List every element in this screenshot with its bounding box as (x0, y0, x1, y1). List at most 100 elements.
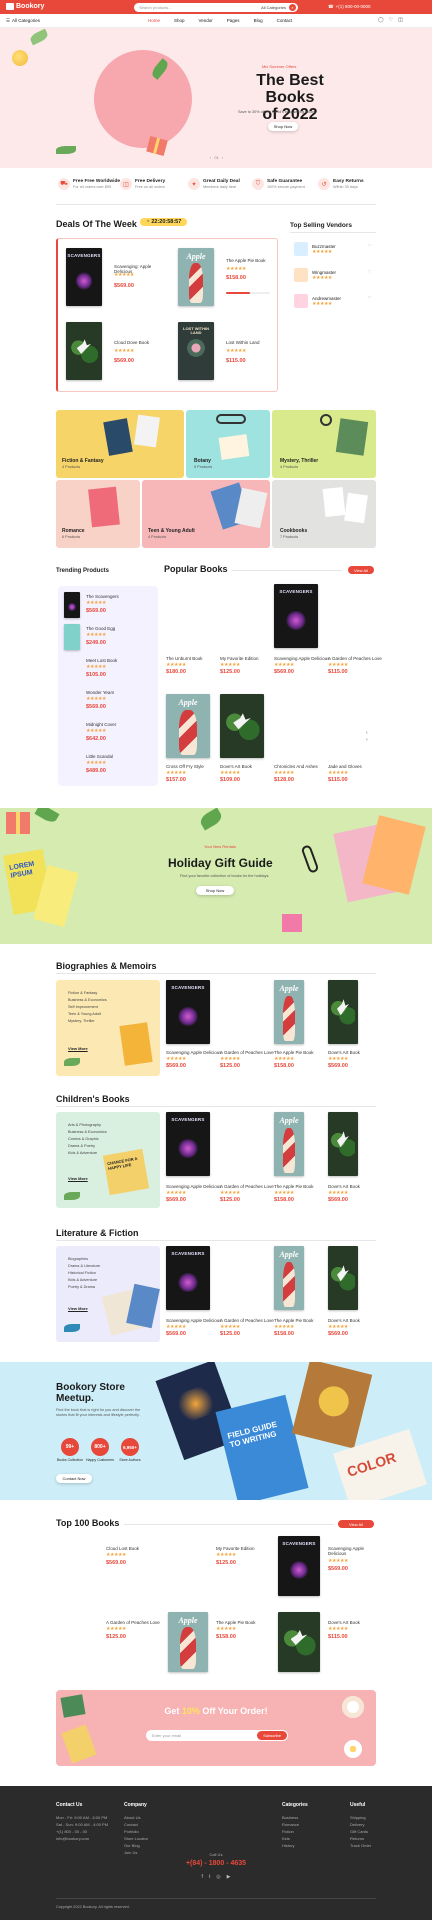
arrow-up-icon[interactable]: ‹ (366, 730, 368, 737)
book-cover[interactable] (328, 980, 358, 1044)
top100-view-all-button[interactable]: View All (338, 1520, 374, 1528)
product-title[interactable]: Jade and Gloves (328, 764, 362, 769)
children-view-more-link[interactable]: View More (68, 1176, 88, 1181)
literature-link[interactable]: Kids & Adventure (68, 1277, 100, 1284)
children-link[interactable]: Business & Economics (68, 1129, 107, 1136)
book-cover[interactable] (66, 322, 102, 380)
search-button[interactable]: ⌕ (289, 4, 296, 11)
product-title[interactable]: Cloud Dove Book (114, 340, 166, 345)
cart-icon[interactable]: ◫ (398, 17, 403, 23)
literature-link[interactable]: Drama & Literature (68, 1263, 100, 1270)
children-link[interactable]: Comics & Graphic (68, 1136, 107, 1143)
hero-shop-button[interactable]: Shop Now (268, 122, 298, 131)
search-input[interactable]: Search products... (139, 5, 171, 10)
product-title[interactable]: The Good Egg (86, 626, 115, 631)
product-title[interactable]: Cross Off Fry Style (166, 764, 204, 769)
product-title[interactable]: The Unburnt Book (166, 656, 203, 661)
product-title[interactable]: Cloud Lost Book (106, 1546, 139, 1551)
bio-link[interactable]: Mystery, Thriller (68, 1018, 107, 1025)
twitter-icon[interactable]: t (209, 1874, 210, 1880)
book-cover[interactable]: SCAVENGERS (166, 980, 210, 1044)
category-tile[interactable]: Fiction & Fantasy 4 Products (56, 410, 184, 478)
product-title[interactable]: Wonder Years (86, 690, 114, 695)
vendor-item[interactable]: Buzzmaster ★★★★★ (294, 242, 336, 256)
slider-arrows[interactable]: ‹ › (366, 730, 368, 744)
book-cover[interactable]: Apple (178, 248, 214, 306)
email-input[interactable]: Enter your email (152, 1733, 181, 1738)
product-title[interactable]: Scavenging Apple Delicious (166, 1184, 222, 1189)
heart-icon[interactable]: ♡ (389, 17, 393, 23)
category-tile[interactable]: Teen & Young Adult 4 Products (142, 480, 270, 548)
book-cover[interactable] (328, 1112, 358, 1176)
book-cover[interactable]: SCAVENGERS (166, 1246, 210, 1310)
literature-link[interactable]: Biographies (68, 1256, 100, 1263)
children-link[interactable]: Drama & Poetry (68, 1143, 107, 1150)
nav-pages[interactable]: Pages (227, 18, 240, 23)
product-title[interactable]: Scavenging Apple Delicious (166, 1318, 222, 1323)
popular-view-all-button[interactable]: View All (348, 566, 374, 574)
nav-home[interactable]: Home (148, 18, 160, 23)
product-title[interactable]: Little Scandal (86, 754, 113, 759)
hero-pager[interactable]: ‹ 01 › (210, 155, 223, 160)
book-cover[interactable]: Apple (166, 694, 210, 758)
product-title[interactable]: Dove's Art Book (328, 1620, 360, 1625)
literature-view-more-link[interactable]: View More (68, 1306, 88, 1311)
instagram-icon[interactable]: ◎ (216, 1874, 220, 1880)
book-cover-placeholder[interactable] (166, 586, 167, 587)
product-title[interactable]: The Apple Pie Book (226, 258, 276, 263)
product-title[interactable]: The Apple Pie Book (216, 1620, 256, 1625)
product-title[interactable]: Chronicles And Ashes (274, 764, 318, 769)
vendor-heart-icon[interactable]: ♡ (368, 269, 372, 274)
product-title[interactable]: A Garden of Peaches Love (106, 1620, 160, 1625)
book-cover[interactable] (278, 1612, 320, 1672)
book-cover[interactable] (328, 1246, 358, 1310)
product-title[interactable]: My Favorite Edition (220, 656, 259, 661)
book-cover[interactable]: Apple (274, 1246, 304, 1310)
user-icon[interactable]: ◯ (378, 17, 384, 23)
product-title[interactable]: The Scavengers (86, 594, 119, 599)
book-cover[interactable]: Apple (274, 1112, 304, 1176)
product-title[interactable]: Lost Within Land (226, 340, 276, 345)
arrow-down-icon[interactable]: › (366, 737, 368, 744)
book-cover[interactable]: SCAVENGERS (66, 248, 102, 306)
footer-phone[interactable]: +(84) - 1800 - 4635 (0, 1860, 432, 1867)
product-title[interactable]: Meet Lost Book (86, 658, 117, 663)
book-cover[interactable] (220, 694, 264, 758)
book-cover[interactable]: SCAVENGERS (274, 584, 318, 648)
literature-link[interactable]: Historical Fiction (68, 1270, 100, 1277)
nav-shop[interactable]: Shop (174, 18, 185, 23)
facebook-icon[interactable]: f (201, 1874, 202, 1880)
bio-link[interactable]: Self Improvement (68, 1004, 107, 1011)
bio-link[interactable]: Business & Economics (68, 997, 107, 1004)
nav-blog[interactable]: Blog (254, 18, 263, 23)
product-title[interactable]: Scavenging Apple Delicious (274, 656, 330, 661)
book-cover[interactable]: SCAVENGERS (166, 1112, 210, 1176)
children-link[interactable]: Arts & Photography (68, 1122, 107, 1129)
book-cover[interactable]: LOST WITHIN LAND (178, 322, 214, 380)
product-title[interactable]: The Apple Pie Book (274, 1318, 314, 1323)
nav-vendor[interactable]: Vendor (199, 18, 213, 23)
category-select[interactable]: All Categories (261, 5, 286, 10)
literature-link[interactable]: Poetry & Drama (68, 1284, 100, 1291)
vendor-item[interactable]: Andrewmaster ★★★★★ (294, 294, 341, 308)
book-thumb[interactable] (64, 624, 80, 650)
product-title[interactable]: Dove's Art Book (328, 1318, 360, 1323)
holiday-shop-button[interactable]: Shop Now (196, 886, 234, 895)
product-title[interactable]: Midnight Cover (86, 722, 116, 727)
meetup-contact-button[interactable]: Contact Now (56, 1474, 92, 1483)
category-tile[interactable]: Mystery, Thriller 4 Products (272, 410, 376, 478)
header-phone[interactable]: ☎ +(1) 800-00-0000 (328, 4, 371, 10)
category-tile[interactable]: Romance 6 Products (56, 480, 140, 548)
vendor-heart-icon[interactable]: ♡ (368, 295, 372, 300)
nav-contact[interactable]: Contact (277, 18, 293, 23)
vendor-heart-icon[interactable]: ♡ (368, 243, 372, 248)
children-link[interactable]: Kids & Adventure (68, 1150, 107, 1157)
category-tile[interactable]: Cookbooks 7 Products (272, 480, 376, 548)
product-title[interactable]: The Apple Pie Book (274, 1050, 314, 1055)
book-cover[interactable]: SCAVENGERS (278, 1536, 320, 1596)
book-cover[interactable]: Apple (168, 1612, 208, 1672)
book-cover[interactable]: Apple (274, 980, 304, 1044)
logo[interactable]: Bookory (6, 3, 44, 10)
product-title[interactable]: Scavenging Apple Delicious (328, 1546, 376, 1556)
book-thumb[interactable] (64, 592, 80, 618)
